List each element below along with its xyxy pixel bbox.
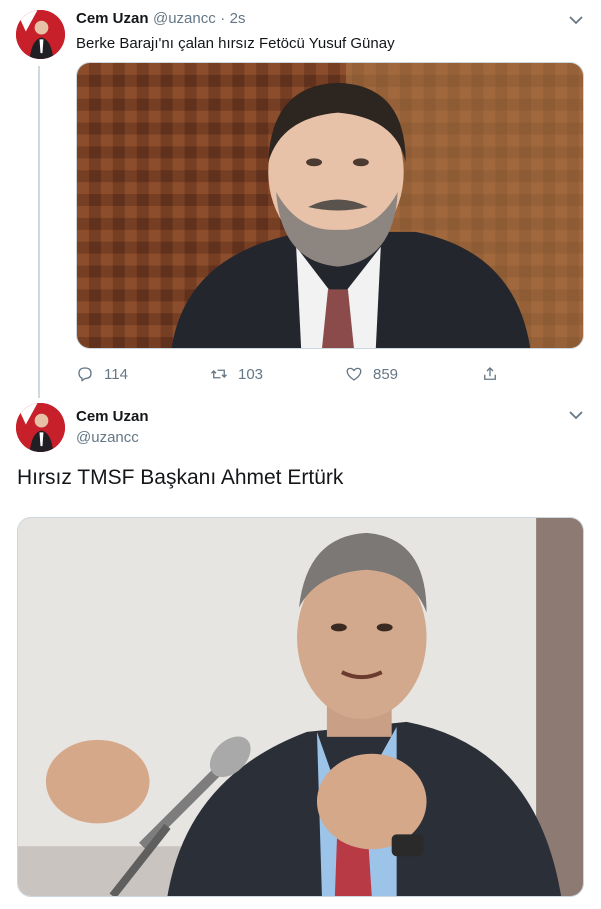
avatar-image — [16, 403, 65, 452]
avatar-image — [16, 10, 65, 59]
share-button[interactable] — [481, 363, 509, 385]
avatar[interactable] — [16, 10, 65, 59]
like-icon — [346, 367, 362, 381]
chevron-down-icon[interactable] — [568, 409, 584, 421]
photo-content — [18, 518, 583, 896]
avatar[interactable] — [16, 403, 65, 452]
author-name[interactable]: Cem Uzan — [76, 10, 149, 27]
reply-count: 114 — [104, 365, 128, 383]
retweet-count: 103 — [238, 365, 264, 383]
tweet-header: Cem Uzan @uzancc · 2s — [76, 10, 246, 28]
like-count: 859 — [373, 365, 399, 383]
retweet-icon — [211, 369, 227, 379]
separator: · — [220, 10, 226, 27]
like-button[interactable]: 859 — [345, 363, 398, 385]
tweet-text: Berke Barajı'nı çalan hırsız Fetöcü Yusu… — [76, 35, 395, 52]
share-icon — [484, 367, 496, 380]
author-name[interactable]: Cem Uzan — [76, 408, 149, 425]
tweet-actions: 114 103 859 — [76, 363, 506, 385]
chevron-down-icon[interactable] — [568, 14, 584, 26]
retweet-button[interactable]: 103 — [210, 363, 263, 385]
thread-line — [38, 66, 40, 398]
photo-content — [77, 63, 583, 348]
tweet-photo[interactable] — [76, 62, 584, 349]
timestamp[interactable]: 2s — [230, 10, 246, 27]
reply-icon — [78, 367, 92, 382]
tweet-text: Hırsız TMSF Başkanı Ahmet Ertürk — [17, 466, 344, 489]
reply-button[interactable]: 114 — [76, 363, 128, 385]
author-handle[interactable]: @uzancc — [153, 10, 216, 27]
author-handle[interactable]: @uzancc — [76, 429, 139, 446]
tweet-photo[interactable] — [17, 517, 584, 897]
